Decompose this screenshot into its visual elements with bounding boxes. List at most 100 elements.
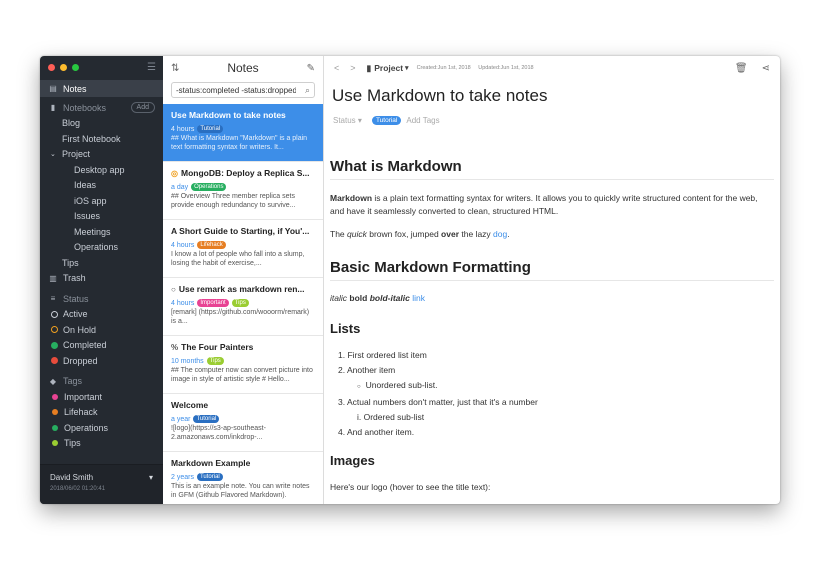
check-circle-icon — [51, 341, 58, 349]
heading-text: What is Markdown — [330, 158, 774, 180]
note-title: Use Markdown to take notes — [171, 110, 286, 120]
note-list-item[interactable]: A Short Guide to Starting, if You'... 4 … — [163, 220, 323, 278]
sort-icon[interactable]: ⇅ — [171, 63, 179, 74]
sidebar-item-label: Important — [64, 391, 103, 402]
status-label: Status — [333, 116, 356, 125]
sidebar-item-label: Meetings — [74, 226, 111, 237]
sidebar-item-label: First Notebook — [62, 133, 121, 144]
sidebar-item-ideas[interactable]: Ideas — [40, 178, 163, 194]
search-input[interactable] — [176, 85, 296, 95]
sidebar-item-label: Desktop app — [74, 164, 125, 175]
notebook-selector[interactable]: ▮ Project ▾ — [367, 63, 409, 74]
sidebar-item-meetings[interactable]: Meetings — [40, 224, 163, 240]
note-list-item[interactable]: ◎ MongoDB: Deploy a Replica S... a day Op… — [163, 162, 323, 220]
add-notebook-button[interactable]: Add — [130, 102, 155, 114]
note-snippet: [remark] (https://github.com/wooorm/rema… — [171, 309, 310, 325]
sidebar-item-blog[interactable]: Blog — [40, 116, 163, 132]
sidebar-item-ios-app[interactable]: iOS app — [40, 193, 163, 209]
user-account[interactable]: David Smith ▾ 2018/06/02 01:20:41 — [40, 464, 163, 504]
heading-images: Images — [330, 453, 375, 468]
updated-date: Updated:Jun 1st, 2018 — [478, 65, 534, 71]
note-snippet: This is an example note. You can write n… — [171, 483, 310, 499]
sidebar-item-label: Blog — [62, 118, 81, 129]
status-dropdown[interactable]: Status ▾ — [333, 116, 362, 125]
text: . — [507, 229, 510, 239]
chevron-down-icon[interactable]: ⌄ — [50, 150, 62, 158]
search-icon[interactable]: ⌕ — [305, 85, 310, 96]
sidebar-status-active[interactable]: Active — [40, 307, 163, 323]
link[interactable]: dog — [493, 229, 507, 239]
forward-arrow-icon[interactable]: > — [350, 63, 355, 73]
window-controls — [48, 64, 79, 71]
notes-panel-title: Notes — [227, 61, 259, 75]
sidebar-item-issues[interactable]: Issues — [40, 209, 163, 225]
sidebar-status-on-hold[interactable]: On Hold — [40, 322, 163, 338]
share-icon[interactable]: ⋖ — [762, 63, 770, 74]
paragraph-images: Here's our logo (hover to see the title … — [330, 482, 491, 492]
list-item: 3. Actual numbers don't matter, just tha… — [338, 397, 538, 407]
sidebar-item-notes[interactable]: ▤ Notes — [40, 80, 163, 97]
tag-icon: ◆ — [49, 376, 57, 386]
sidebar-item-label: Notes — [63, 83, 87, 94]
sidebar-item-label: Project — [62, 149, 91, 160]
note-time: a year — [171, 415, 191, 423]
heading-text: Basic Markdown Formatting — [330, 259, 774, 281]
section-label: Notebooks — [63, 102, 107, 113]
note-meta: 4 hours Lifehack — [171, 241, 315, 249]
status-list-icon: ≡ — [50, 294, 56, 304]
link[interactable]: link — [412, 293, 425, 303]
search-box[interactable]: ⌕ — [171, 82, 315, 98]
tag-badge: Operations — [191, 183, 227, 191]
close-window-button[interactable] — [48, 64, 55, 71]
sliders-icon[interactable]: ☰ — [147, 62, 156, 73]
sidebar-item-first-notebook[interactable]: First Notebook — [40, 131, 163, 147]
maximize-window-button[interactable] — [72, 64, 79, 71]
note-title-field[interactable]: Use Markdown to take notes — [330, 86, 774, 106]
note-snippet: ## What is Markdown "Markdown" is a plai… — [171, 135, 308, 151]
sidebar-item-trash[interactable]: ▥ Trash — [40, 271, 163, 287]
text: The — [330, 229, 348, 239]
sidebar-item-label: Trash — [63, 273, 86, 284]
sidebar-status-completed[interactable]: Completed — [40, 338, 163, 354]
caret-down-icon[interactable]: ▾ — [149, 473, 153, 482]
sidebar-item-label: Active — [63, 309, 88, 320]
trash-icon[interactable]: 🗑 — [735, 63, 748, 74]
note-list-item[interactable]: Markdown Example 2 years Tutorial This i… — [163, 452, 323, 504]
add-tags-input[interactable]: Add Tags — [406, 116, 439, 125]
sidebar-item-project[interactable]: ⌄ Project — [40, 147, 163, 163]
sidebar-tag-lifehack[interactable]: Lifehack — [40, 405, 163, 421]
tag-color-dot — [52, 393, 58, 400]
tag-badge[interactable]: Tutorial — [371, 116, 402, 125]
tag-badge: Lifehack — [197, 241, 226, 249]
note-list-item[interactable]: ○ Use remark as markdown ren... 4 hours I… — [163, 278, 323, 336]
new-note-icon[interactable]: ✎ — [307, 63, 315, 74]
note-list-item[interactable]: Welcome a year Tutorial ![logo](https://… — [163, 394, 323, 452]
sidebar-item-tips[interactable]: Tips — [40, 255, 163, 271]
sync-timestamp: 2018/06/02 01:20:41 — [50, 486, 106, 492]
note-list-item[interactable]: % The Four Painters 10 months Tips ## The… — [163, 336, 323, 394]
tag-color-dot — [52, 409, 58, 416]
minimize-window-button[interactable] — [60, 64, 67, 71]
italic-text: quick — [347, 229, 367, 239]
tag-badge: Tutorial — [196, 473, 223, 481]
section-label: Tags — [63, 376, 83, 387]
note-list-item[interactable]: Use Markdown to take notes 4 hours Tutor… — [163, 104, 323, 162]
sidebar-item-label: Operations — [74, 242, 119, 253]
sidebar-item-operations[interactable]: Operations — [40, 240, 163, 256]
list-item: 1. First ordered list item — [338, 350, 427, 360]
bullet-icon: ○ — [357, 384, 361, 390]
note-meta: a day Operations — [171, 183, 315, 191]
ordered-list: 1. First ordered list item 2. Another it… — [330, 348, 774, 440]
bold-text: bold — [349, 293, 368, 303]
list-item-text: Unordered sub-list. — [365, 380, 438, 390]
note-title-row: ◎ MongoDB: Deploy a Replica S... — [171, 168, 315, 178]
sidebar-section-notebooks[interactable]: ▮ Notebooks Add — [40, 100, 163, 116]
sidebar-tag-tips[interactable]: Tips — [40, 436, 163, 452]
note-meta: 2 years Tutorial — [171, 473, 315, 481]
back-arrow-icon[interactable]: < — [334, 63, 339, 73]
sidebar-item-label: Issues — [74, 211, 101, 222]
sidebar-tag-important[interactable]: Important — [40, 389, 163, 405]
sidebar-status-dropped[interactable]: Dropped — [40, 353, 163, 369]
sidebar-tag-operations[interactable]: Operations — [40, 420, 163, 436]
sidebar-item-desktop-app[interactable]: Desktop app — [40, 162, 163, 178]
